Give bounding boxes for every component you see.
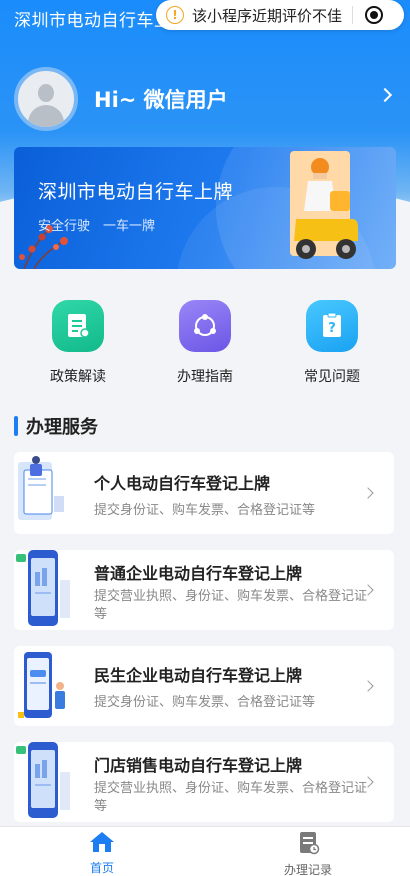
capsule-divider [352, 6, 354, 24]
chevron-right-icon [362, 487, 374, 499]
service-card-livelihood[interactable]: 民生企业电动自行车登记上牌 提交身份证、购车发票、合格登记证等 [14, 646, 394, 726]
warning-icon: ! [166, 6, 184, 24]
scooter-rider-illustration [290, 151, 358, 259]
svg-text:?: ? [328, 321, 336, 336]
section-title: 办理服务 [26, 417, 98, 438]
tab-home[interactable]: 首页 [42, 831, 162, 876]
service-description: 提交身份证、购车发票、合格登记证等 [94, 695, 316, 710]
records-icon [300, 832, 320, 855]
store-registration-illustration [16, 742, 70, 818]
service-title: 个人电动自行车登记上牌 [94, 474, 271, 493]
page-title: 深圳市电动自行车上牌 [14, 11, 174, 31]
faq-button[interactable]: ? 常见问题 [277, 300, 387, 386]
avatar [14, 67, 78, 131]
user-greeting: Hi~ 微信用户 [94, 88, 228, 112]
service-card-personal[interactable]: 个人电动自行车登记上牌 提交身份证、购车发票、合格登记证等 [14, 452, 394, 534]
personal-registration-illustration [18, 456, 64, 520]
tab-records-label: 办理记录 [283, 863, 332, 876]
tab-home-label: 首页 [89, 861, 114, 875]
bottom-tab-bar: 首页 办理记录 [0, 826, 410, 876]
close-miniprogram-icon[interactable] [365, 6, 384, 24]
tab-records[interactable]: 办理记录 [248, 831, 368, 876]
livelihood-registration-illustration [18, 652, 65, 718]
quick-action-label: 办理指南 [177, 369, 233, 385]
quick-action-label: 常见问题 [304, 369, 360, 385]
chevron-right-icon [362, 680, 374, 692]
document-icon [52, 300, 104, 352]
service-title: 门店销售电动自行车登记上牌 [94, 756, 303, 775]
procedure-guide-button[interactable]: 办理指南 [150, 300, 260, 386]
quick-action-label: 政策解读 [50, 369, 106, 385]
miniprogram-capsule[interactable]: ! 该小程序近期评价不佳 [156, 0, 404, 30]
banner-subtitle: 安全行驶 一车一牌 [38, 219, 156, 234]
section-accent-bar [14, 416, 18, 436]
share-nodes-icon [179, 300, 231, 352]
service-description: 提交营业执照、身份证、购车发票、合格登记证等 [94, 781, 368, 814]
user-profile-row[interactable]: Hi~ 微信用户 [14, 66, 396, 132]
question-clipboard-icon: ? [306, 300, 358, 352]
promo-banner[interactable]: 深圳市电动自行车上牌 安全行驶 一车一牌 [14, 147, 396, 269]
enterprise-registration-illustration [16, 550, 70, 626]
home-icon [90, 832, 114, 852]
chevron-right-icon [377, 87, 393, 103]
policy-interpretation-button[interactable]: 政策解读 [23, 300, 133, 386]
rating-notice[interactable]: 该小程序近期评价不佳 [192, 5, 342, 26]
service-title: 民生企业电动自行车登记上牌 [94, 666, 303, 685]
service-description: 提交身份证、购车发票、合格登记证等 [94, 503, 316, 518]
service-card-store[interactable]: 门店销售电动自行车登记上牌 提交营业执照、身份证、购车发票、合格登记证等 [14, 742, 394, 822]
banner-title: 深圳市电动自行车上牌 [38, 181, 234, 203]
quick-actions: 政策解读 办理指南 ? 常见问题 [0, 300, 410, 390]
section-header: 办理服务 [14, 414, 98, 438]
service-title: 普通企业电动自行车登记上牌 [94, 564, 303, 583]
service-card-enterprise[interactable]: 普通企业电动自行车登记上牌 提交营业执照、身份证、购车发票、合格登记证等 [14, 550, 394, 630]
service-description: 提交营业执照、身份证、购车发票、合格登记证等 [94, 589, 368, 622]
